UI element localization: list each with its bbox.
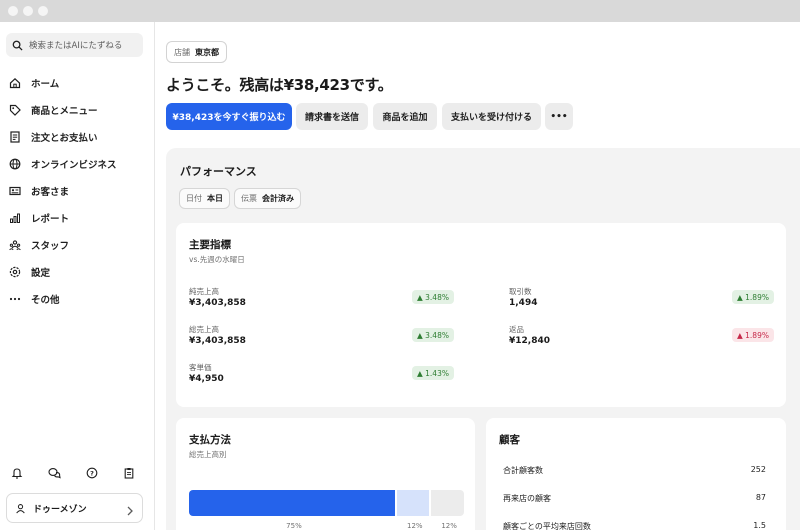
help-icon[interactable]: ? [85, 466, 99, 480]
accept-payment-button[interactable]: 支払いを受け付ける [442, 103, 541, 130]
window-titlebar [0, 0, 800, 22]
metric-value: 1,494 [509, 298, 538, 308]
customer-stat-label: 顧客ごとの平均来店回数 [503, 522, 591, 530]
store-selector[interactable]: 店舗 東京都 [166, 41, 227, 63]
sidebar-item-reports[interactable]: レポート [6, 207, 146, 229]
tag-icon [9, 104, 21, 116]
payment-share-ticks: 75% 12% 12% [189, 522, 464, 530]
metric-change-badge: ▲ 1.43% [412, 366, 454, 380]
metric-label: 客単価 [189, 363, 212, 372]
bar-chart-icon [9, 212, 21, 224]
sidebar-item-label: オンラインビジネス [31, 160, 117, 171]
payment-share-segment [189, 490, 396, 516]
more-icon [9, 293, 21, 305]
window-close-control[interactable] [8, 6, 18, 16]
sidebar: 検索またはAIにたずねる ホーム 商品とメニュー 注文とお支払い オンラインビジ… [0, 22, 155, 530]
svg-text:?: ? [90, 469, 94, 477]
metric-value: ¥4,950 [189, 374, 224, 384]
customer-stat-value: 87 [755, 493, 766, 502]
metric-change-badge: ▲ 3.48% [412, 328, 454, 342]
metric-change-badge: ▲ 1.89% [732, 328, 774, 342]
slip-filter-key: 伝票 [241, 194, 257, 203]
sidebar-item-label: その他 [31, 295, 60, 306]
payment-share-label: 12% [441, 522, 457, 530]
payment-share-label: 12% [407, 522, 423, 530]
metric-label: 返品 [509, 325, 524, 334]
date-filter[interactable]: 日付 本日 [179, 188, 230, 209]
sidebar-item-label: レポート [31, 214, 70, 225]
home-icon [9, 77, 21, 89]
customer-stat-value: 252 [750, 465, 766, 474]
date-filter-value: 本日 [207, 194, 223, 203]
slip-filter-value: 会計済み [262, 194, 294, 203]
sidebar-item-label: ホーム [31, 79, 60, 90]
sidebar-item-settings[interactable]: 設定 [6, 261, 146, 283]
sidebar-item-label: 商品とメニュー [31, 106, 98, 117]
window-zoom-control[interactable] [38, 6, 48, 16]
metric-change-badge: ▲ 3.48% [412, 290, 454, 304]
more-actions-button[interactable]: ••• [545, 103, 573, 130]
globe-icon [9, 158, 21, 170]
payment-share-label: 75% [286, 522, 302, 530]
payment-methods-subtitle: 総売上高別 [189, 450, 227, 459]
payment-methods-title: 支払方法 [189, 434, 231, 446]
sidebar-item-label: お客さま [31, 187, 70, 198]
user-account-button[interactable]: ドゥーメゾン [6, 493, 143, 523]
payment-share-segment [397, 490, 429, 516]
sidebar-item-label: 注文とお支払い [31, 133, 98, 144]
bell-icon[interactable] [10, 466, 24, 480]
gear-icon [9, 266, 21, 278]
key-metrics-subtitle: vs.先週の水曜日 [189, 255, 245, 264]
chevron-right-icon [126, 502, 134, 521]
team-icon [9, 239, 21, 251]
send-invoice-button[interactable]: 請求書を送信 [296, 103, 368, 130]
customer-stat-value: 1.5 [753, 521, 766, 530]
search-icon [12, 40, 23, 51]
key-metrics-card: 主要指標 vs.先週の水曜日 純売上高 ¥3,403,858 ▲ 3.48% 取… [176, 223, 786, 407]
sidebar-item-items[interactable]: 商品とメニュー [6, 99, 146, 121]
add-item-button[interactable]: 商品を追加 [373, 103, 437, 130]
messages-icon[interactable] [47, 466, 61, 480]
payment-share-bar [189, 490, 464, 516]
sidebar-item-online[interactable]: オンラインビジネス [6, 153, 146, 175]
metric-label: 総売上高 [189, 325, 219, 334]
id-card-icon [9, 185, 21, 197]
page-title: ようこそ。残高は¥38,423です。 [166, 76, 393, 94]
store-selector-value: 東京都 [195, 47, 219, 57]
metric-label: 取引数 [509, 287, 532, 296]
search-input[interactable]: 検索またはAIにたずねる [6, 33, 143, 57]
customer-stat-label: 再来店の顧客 [503, 494, 551, 503]
sidebar-item-label: スタッフ [31, 241, 70, 252]
sidebar-item-more[interactable]: その他 [6, 288, 146, 310]
sidebar-item-customers[interactable]: お客さま [6, 180, 146, 202]
user-name: ドゥーメゾン [33, 504, 87, 515]
main-content: 店舗 東京都 ようこそ。残高は¥38,423です。 ¥38,423を今すぐ振り込… [155, 22, 800, 530]
search-placeholder: 検索またはAIにたずねる [29, 41, 123, 51]
payment-share-segment [430, 490, 464, 516]
receipt-icon [9, 131, 21, 143]
slip-filter[interactable]: 伝票 会計済み [234, 188, 301, 209]
sidebar-item-staff[interactable]: スタッフ [6, 234, 146, 256]
customers-title: 顧客 [499, 434, 520, 446]
store-selector-key: 店舗 [174, 47, 190, 57]
date-filter-key: 日付 [186, 194, 202, 203]
sidebar-item-orders[interactable]: 注文とお支払い [6, 126, 146, 148]
metric-value: ¥3,403,858 [189, 298, 246, 308]
metric-change-badge: ▲ 1.89% [732, 290, 774, 304]
customer-stat-label: 合計顧客数 [503, 466, 543, 475]
customers-card: 顧客 合計顧客数 252 再来店の顧客 87 顧客ごとの平均来店回数 1.5 [486, 418, 786, 530]
metric-value: ¥3,403,858 [189, 336, 246, 346]
transfer-now-button[interactable]: ¥38,423を今すぐ振り込む [166, 103, 292, 130]
window-minimize-control[interactable] [23, 6, 33, 16]
clipboard-icon[interactable] [122, 466, 136, 480]
performance-panel: パフォーマンス 日付 本日 伝票 会計済み 主要指標 vs.先週の水曜日 純売上… [166, 148, 800, 530]
user-icon [15, 503, 26, 514]
key-metrics-title: 主要指標 [189, 239, 231, 251]
metric-value: ¥12,840 [509, 336, 550, 346]
sidebar-item-label: 設定 [31, 268, 51, 279]
performance-title: パフォーマンス [180, 165, 257, 178]
metric-label: 純売上高 [189, 287, 219, 296]
payment-methods-card: 支払方法 総売上高別 75% 12% 12% [176, 418, 475, 530]
sidebar-item-home[interactable]: ホーム [6, 72, 146, 94]
